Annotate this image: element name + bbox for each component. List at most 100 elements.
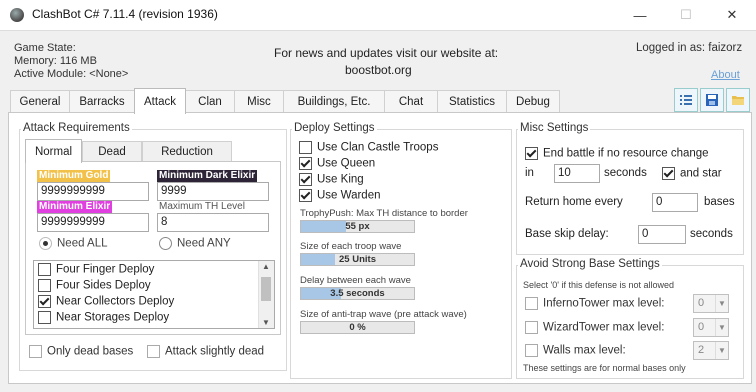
anti-trap-wave-slider[interactable]: 0 % (300, 321, 415, 334)
use-king-checkbox[interactable]: Use King (299, 173, 364, 186)
slider-value: 3.5 seconds (330, 288, 385, 299)
deploy-settings-title: Deploy Settings (292, 122, 377, 134)
deploy-label: Near Collectors Deploy (56, 295, 175, 308)
list-item[interactable]: Near Storages Deploy (38, 311, 169, 324)
tab-barracks[interactable]: Barracks (69, 90, 135, 113)
end-battle-checkbox[interactable]: End battle if no resource change (525, 147, 709, 160)
walls-checkbox[interactable]: Walls max level: (525, 344, 626, 357)
close-button[interactable]: ✕ (709, 0, 755, 30)
tab-buildings[interactable]: Buildings, Etc. (283, 90, 385, 113)
checkbox-icon (525, 321, 538, 334)
attack-requirements-title: Attack Requirements (21, 122, 132, 134)
checkbox-icon (525, 147, 538, 160)
chevron-down-icon: ▼ (715, 319, 728, 336)
wizard-checkbox[interactable]: WizardTower max level: (525, 321, 664, 334)
save-icon[interactable] (700, 88, 724, 112)
memory-usage: Memory: 116 MB (14, 55, 97, 67)
return-home-label: Return home every (525, 196, 623, 208)
anti-trap-wave-label: Size of anti-trap wave (pre attack wave) (300, 309, 467, 320)
slider-value: 0 % (349, 322, 366, 333)
deploy-label: Four Sides Deploy (56, 279, 151, 292)
tab-attack[interactable]: Attack (134, 88, 186, 114)
return-home-input[interactable]: 0 (652, 193, 698, 212)
inferno-level-select[interactable]: 0 ▼ (693, 294, 729, 313)
wave-delay-label: Delay between each wave (300, 275, 411, 286)
wave-delay-slider[interactable]: 3.5 seconds (300, 287, 415, 300)
and-star-checkbox[interactable]: and star (662, 167, 722, 180)
max-th-label: Maximum TH Level (159, 201, 245, 212)
need-all-radio[interactable]: Need ALL (39, 237, 108, 250)
checkbox-icon (299, 189, 312, 202)
tab-general[interactable]: General (10, 90, 70, 113)
select-value: 2 (698, 344, 705, 356)
use-cc-checkbox[interactable]: Use Clan Castle Troops (299, 141, 438, 154)
scroll-down-icon[interactable]: ▼ (262, 318, 270, 327)
info-header: Game State: Memory: 116 MB Active Module… (0, 30, 756, 85)
use-king-label: Use King (317, 173, 364, 186)
use-queen-label: Use Queen (317, 157, 376, 170)
deploy-listbox[interactable]: Four Finger Deploy Four Sides Deploy Nea… (33, 260, 275, 329)
inferno-label: InfernoTower max level: (543, 297, 665, 310)
attack-panel: Attack Requirements Normal Dead Reductio… (8, 112, 752, 384)
attack-slightly-dead-checkbox[interactable]: Attack slightly dead (147, 345, 264, 358)
scroll-up-icon[interactable]: ▲ (262, 262, 270, 271)
skip-seconds-label: seconds (690, 228, 733, 240)
checkbox-icon (662, 167, 675, 180)
chevron-down-icon: ▼ (715, 295, 728, 312)
troop-wave-size-slider[interactable]: 25 Units (300, 253, 415, 266)
checkbox-icon (299, 173, 312, 186)
bases-label: bases (704, 196, 735, 208)
checkbox-icon (38, 263, 51, 276)
min-elixir-label: Minimum Elixir (37, 201, 113, 213)
checkbox-icon (299, 157, 312, 170)
max-th-input[interactable]: 8 (157, 213, 269, 232)
list-icon[interactable] (674, 88, 698, 112)
min-dark-elixir-input[interactable]: 9999 (157, 182, 269, 201)
use-warden-label: Use Warden (317, 189, 381, 202)
tab-misc[interactable]: Misc (234, 90, 284, 113)
tab-chat[interactable]: Chat (384, 90, 438, 113)
only-dead-bases-checkbox[interactable]: Only dead bases (29, 345, 133, 358)
list-item[interactable]: Four Finger Deploy (38, 263, 154, 276)
checkbox-icon (38, 279, 51, 292)
maximize-button[interactable]: ☐ (663, 0, 709, 30)
min-elixir-input[interactable]: 9999999999 (37, 213, 149, 232)
trophy-push-slider[interactable]: 55 px (300, 220, 415, 233)
wizard-label: WizardTower max level: (543, 321, 665, 334)
need-any-radio[interactable]: Need ANY (159, 237, 231, 250)
skip-delay-input[interactable]: 0 (638, 225, 686, 244)
app-icon (10, 8, 24, 22)
list-item[interactable]: Four Sides Deploy (38, 279, 151, 292)
need-all-label: Need ALL (57, 237, 108, 250)
subtab-normal[interactable]: Normal (25, 139, 82, 163)
use-warden-checkbox[interactable]: Use Warden (299, 189, 381, 202)
use-queen-checkbox[interactable]: Use Queen (299, 157, 375, 170)
minimize-button[interactable]: — (617, 0, 663, 30)
checkbox-icon (29, 345, 42, 358)
end-battle-seconds-input[interactable]: 10 (554, 164, 600, 183)
subtab-reduction[interactable]: Reduction (142, 141, 232, 162)
wizard-level-select[interactable]: 0 ▼ (693, 318, 729, 337)
scroll-thumb[interactable] (261, 277, 271, 301)
troop-wave-size-label: Size of each troop wave (300, 241, 402, 252)
list-item[interactable]: Near Collectors Deploy (38, 295, 174, 308)
attack-slightly-dead-label: Attack slightly dead (165, 345, 265, 358)
min-gold-input[interactable]: 9999999999 (37, 182, 149, 201)
listbox-scrollbar[interactable]: ▲ ▼ (258, 261, 274, 328)
checkbox-icon (147, 345, 160, 358)
folder-icon[interactable] (726, 88, 750, 112)
walls-level-select[interactable]: 2 ▼ (693, 341, 729, 360)
checkbox-icon (38, 295, 51, 308)
tab-debug[interactable]: Debug (506, 90, 560, 113)
tab-clan[interactable]: Clan (185, 90, 235, 113)
inferno-checkbox[interactable]: InfernoTower max level: (525, 297, 664, 310)
deploy-label: Four Finger Deploy (56, 263, 155, 276)
checkbox-icon (38, 311, 51, 324)
select-value: 0 (698, 297, 705, 309)
active-module: Active Module: <None> (14, 68, 129, 80)
end-battle-label: End battle if no resource change (543, 147, 709, 160)
subtab-dead[interactable]: Dead (82, 141, 142, 162)
tab-statistics[interactable]: Statistics (437, 90, 507, 113)
in-label: in (525, 167, 534, 179)
about-link[interactable]: About (711, 69, 740, 81)
